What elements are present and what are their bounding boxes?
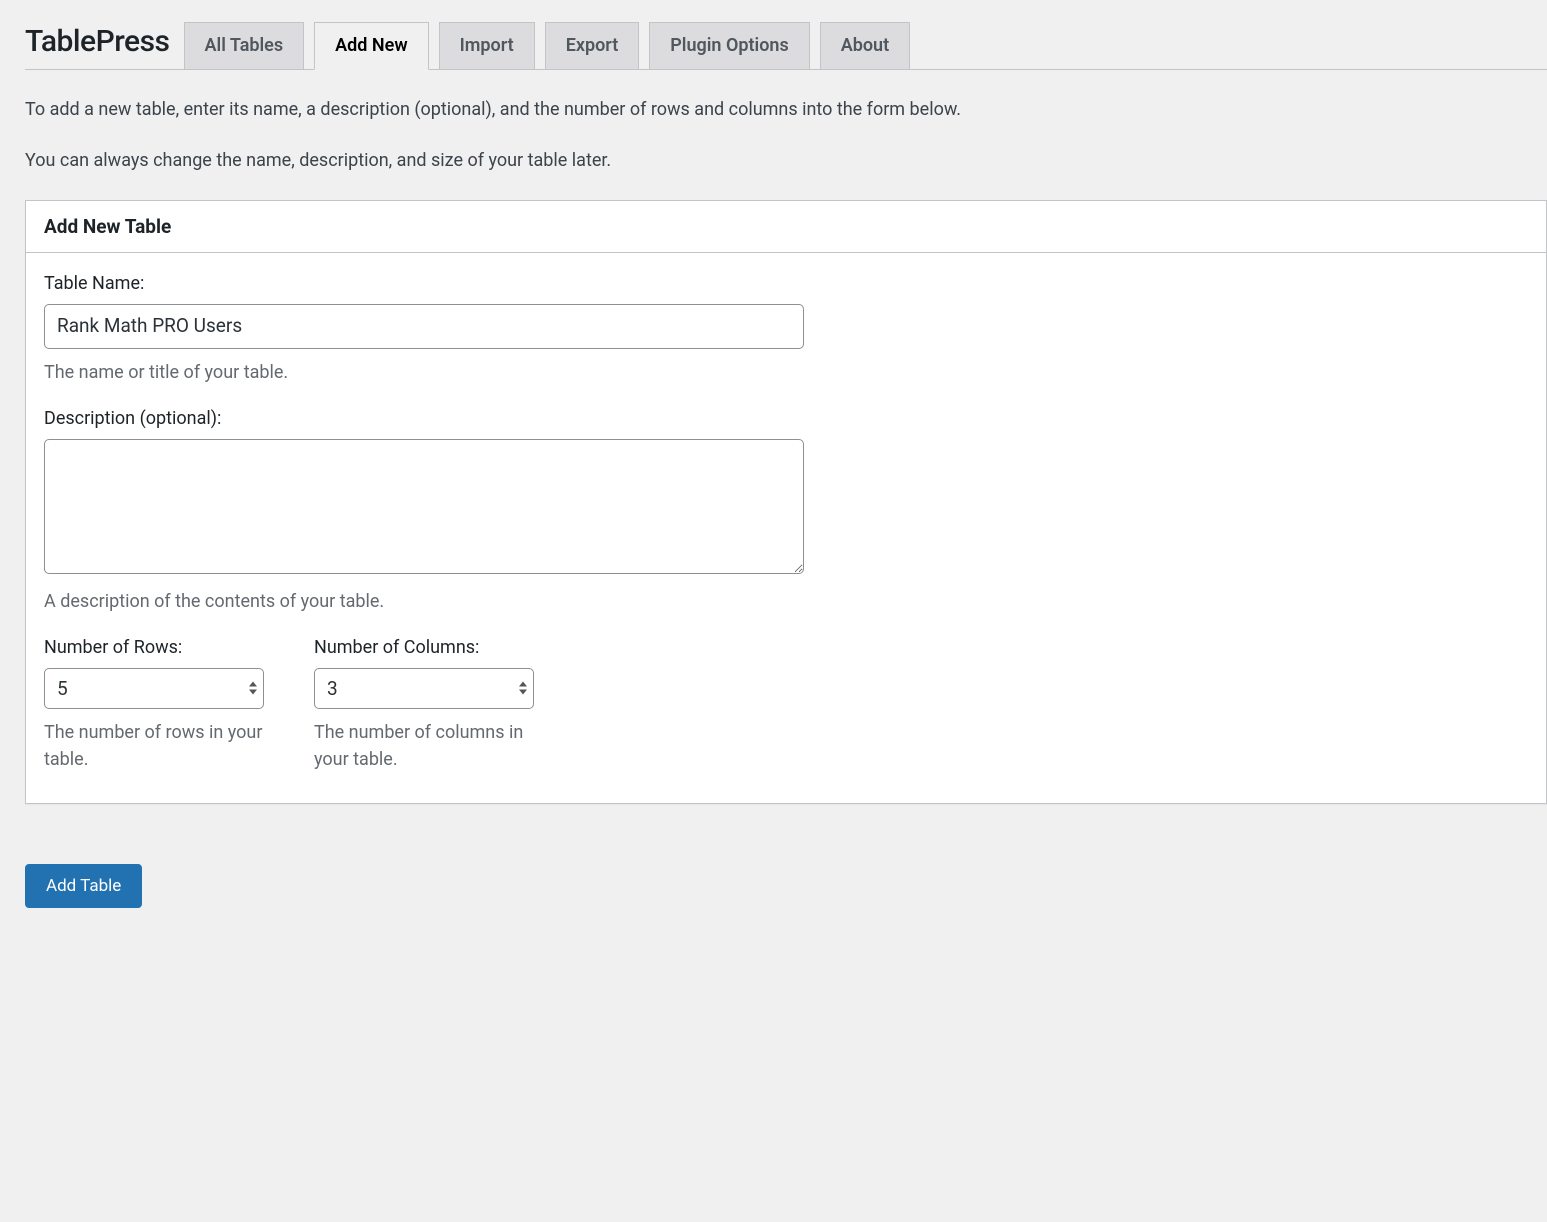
rows-label: Number of Rows: bbox=[44, 637, 264, 658]
intro-line-1: To add a new table, enter its name, a de… bbox=[25, 96, 1547, 123]
tab-add-new[interactable]: Add New bbox=[314, 22, 428, 70]
page-title: TablePress bbox=[25, 20, 184, 69]
rows-group: Number of Rows: The number of rows in yo… bbox=[44, 637, 264, 773]
rows-help: The number of rows in your table. bbox=[44, 719, 264, 773]
rows-stepper-icon[interactable] bbox=[248, 682, 258, 695]
page-header: TablePress All Tables Add New Import Exp… bbox=[25, 20, 1547, 70]
panel-heading: Add New Table bbox=[44, 215, 1528, 238]
add-table-button[interactable]: Add Table bbox=[25, 864, 142, 908]
cols-group: Number of Columns: The number of columns… bbox=[314, 637, 534, 773]
cols-stepper-icon[interactable] bbox=[518, 682, 528, 695]
description-group: Description (optional): A description of… bbox=[44, 408, 1528, 615]
tab-plugin-options[interactable]: Plugin Options bbox=[649, 22, 809, 70]
intro-line-2: You can always change the name, descript… bbox=[25, 147, 1547, 174]
table-name-help: The name or title of your table. bbox=[44, 359, 1528, 386]
add-new-table-panel: Add New Table Table Name: The name or ti… bbox=[25, 200, 1547, 804]
tab-all-tables[interactable]: All Tables bbox=[184, 22, 305, 70]
rows-cols-row: Number of Rows: The number of rows in yo… bbox=[44, 637, 1528, 773]
rows-input[interactable] bbox=[44, 668, 264, 709]
description-help: A description of the contents of your ta… bbox=[44, 588, 1528, 615]
tab-import[interactable]: Import bbox=[439, 22, 535, 70]
cols-help: The number of columns in your table. bbox=[314, 719, 534, 773]
panel-header: Add New Table bbox=[26, 201, 1546, 253]
table-name-label: Table Name: bbox=[44, 273, 1528, 294]
intro-text: To add a new table, enter its name, a de… bbox=[25, 96, 1547, 174]
description-input[interactable] bbox=[44, 439, 804, 574]
table-name-group: Table Name: The name or title of your ta… bbox=[44, 273, 1528, 386]
cols-label: Number of Columns: bbox=[314, 637, 534, 658]
cols-input[interactable] bbox=[314, 668, 534, 709]
panel-body: Table Name: The name or title of your ta… bbox=[26, 253, 1546, 803]
table-name-input[interactable] bbox=[44, 304, 804, 349]
submit-row: Add Table bbox=[25, 864, 1547, 908]
nav-tabs: All Tables Add New Import Export Plugin … bbox=[184, 22, 911, 70]
description-label: Description (optional): bbox=[44, 408, 1528, 429]
tab-export[interactable]: Export bbox=[545, 22, 640, 70]
tab-about[interactable]: About bbox=[820, 22, 910, 70]
